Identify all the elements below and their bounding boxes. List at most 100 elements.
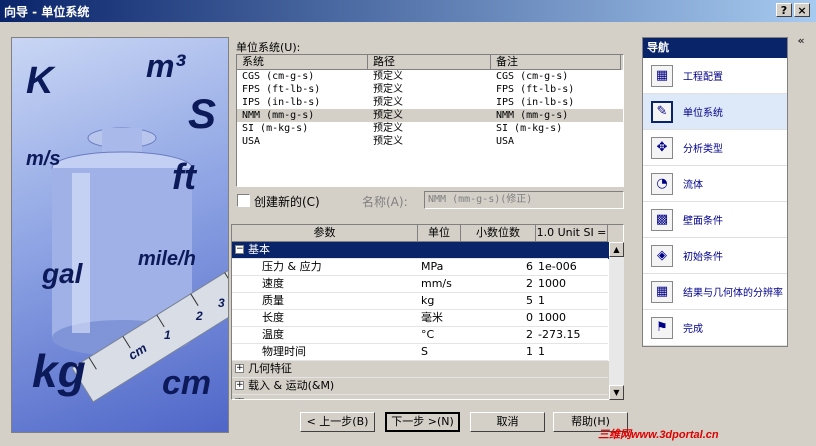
nav-item-project-config[interactable]: ▦ 工程配置	[643, 58, 787, 94]
row-system: SI (m-kg-s)	[242, 123, 309, 134]
unit-s: S	[188, 90, 217, 137]
unit-system-row[interactable]: USA 预定义 USA	[237, 135, 623, 148]
nav-item-label: 工程配置	[683, 72, 723, 83]
table-row[interactable]: 压力 & 应力 MPa 6 1e-006	[232, 259, 623, 276]
nav-item-resolution[interactable]: ▦ 结果与几何体的分辨率	[643, 274, 787, 310]
param-decimals[interactable]: 5	[461, 293, 536, 310]
unit-system-label: 单位系统(U):	[236, 41, 301, 54]
analysis-type-icon: ✥	[651, 136, 673, 159]
group-loads[interactable]: + 载入 & 运动(&M)	[232, 378, 623, 395]
collapse-nav-icon[interactable]: «	[794, 34, 808, 48]
param-unit[interactable]: kg	[418, 293, 461, 310]
row-note: FPS (ft-lb-s)	[496, 84, 575, 95]
table-row[interactable]: 物理时间 S 1 1	[232, 344, 623, 361]
param-name: 物理时间	[232, 344, 418, 361]
column-system[interactable]: 系统	[237, 55, 368, 70]
grid-resolution-icon: ▦	[651, 280, 673, 303]
title-bar: 向导 - 单位系统 ? ×	[0, 0, 816, 22]
table-row[interactable]: 长度 毫米 0 1000	[232, 310, 623, 327]
column-note[interactable]: 备注	[491, 55, 621, 70]
create-new-label: 创建新的(C)	[254, 195, 320, 209]
unit-mileh: mile/h	[138, 248, 196, 270]
scroll-up-icon[interactable]: ▲	[609, 242, 624, 257]
row-note: USA	[496, 136, 515, 147]
initial-conditions-icon: ◈	[651, 244, 673, 267]
param-unit[interactable]: mm/s	[418, 276, 461, 293]
row-system: IPS (in-lb-s)	[242, 97, 321, 108]
table-row[interactable]: 温度 °C 2 -273.15	[232, 327, 623, 344]
param-unit[interactable]: 毫米	[418, 310, 461, 327]
unit-system-row[interactable]: IPS (in-lb-s) 预定义 IPS (in-lb-s)	[237, 96, 623, 109]
expand-icon[interactable]: +	[235, 364, 244, 373]
param-unit[interactable]: °C	[418, 327, 461, 344]
expand-icon[interactable]: +	[235, 398, 244, 399]
name-label: 名称(A):	[362, 195, 408, 209]
table-row[interactable]: 速度 mm/s 2 1000	[232, 276, 623, 293]
param-si: 1e-006	[536, 259, 608, 276]
param-si: -273.15	[536, 327, 608, 344]
group-geometry[interactable]: + 几何特征	[232, 361, 623, 378]
cancel-button[interactable]: 取消	[470, 412, 545, 432]
column-parameter[interactable]: 参数	[232, 225, 418, 242]
param-decimals[interactable]: 2	[461, 276, 536, 293]
close-title-button[interactable]: ×	[794, 3, 810, 17]
row-system: NMM (mm-g-s)	[242, 110, 315, 121]
group-partial[interactable]: +...	[232, 395, 623, 399]
nav-item-label: 分析类型	[683, 144, 723, 155]
param-decimals[interactable]: 1	[461, 344, 536, 361]
row-path: 预定义	[373, 84, 403, 95]
checkered-flag-icon: ⚑	[651, 316, 673, 339]
param-decimals[interactable]: 6	[461, 259, 536, 276]
nav-header: 导航	[643, 38, 787, 58]
table-row[interactable]: 质量 kg 5 1	[232, 293, 623, 310]
parameter-grid[interactable]: 参数 单位 小数位数 1.0 Unit SI = − 基本 压力 & 应力 MPa…	[231, 224, 624, 400]
navigation-pane: 导航 ▦ 工程配置 ✎ 单位系统 ✥ 分析类型 ◔ 流体 ▩ 壁面条件 ◈ 初始条件 ▦ 结果…	[642, 37, 788, 347]
unit-system-row[interactable]: SI (m-kg-s) 预定义 SI (m-kg-s)	[237, 122, 623, 135]
nav-item-label: 单位系统	[683, 108, 723, 119]
column-decimals[interactable]: 小数位数	[461, 225, 536, 242]
nav-item-initial-conditions[interactable]: ◈ 初始条件	[643, 238, 787, 274]
param-name: 温度	[232, 327, 418, 344]
collapse-icon[interactable]: −	[235, 245, 244, 254]
unit-system-list[interactable]: 系统 路径 备注 CGS (cm-g-s) 预定义 CGS (cm-g-s) F…	[236, 54, 624, 187]
create-new-checkbox[interactable]	[237, 194, 250, 207]
nav-item-wall-conditions[interactable]: ▩ 壁面条件	[643, 202, 787, 238]
units-illustration: K m³ S m/s ft gal mile/h kg cm cm 1 2 3	[11, 37, 229, 433]
row-path: 预定义	[373, 110, 403, 121]
param-si: 1	[536, 344, 608, 361]
param-decimals[interactable]: 0	[461, 310, 536, 327]
back-button[interactable]: < 上一步(B)	[300, 412, 375, 432]
nav-item-fluid[interactable]: ◔ 流体	[643, 166, 787, 202]
unit-system-list-header: 系统 路径 备注	[237, 55, 623, 70]
row-note: SI (m-kg-s)	[496, 123, 563, 134]
help-title-button[interactable]: ?	[776, 3, 792, 17]
grid-header: 参数 单位 小数位数 1.0 Unit SI =	[232, 225, 623, 242]
unit-system-row[interactable]: FPS (ft-lb-s) 预定义 FPS (ft-lb-s)	[237, 83, 623, 96]
scroll-down-icon[interactable]: ▼	[609, 385, 624, 400]
group-basic[interactable]: − 基本	[232, 242, 623, 259]
row-path: 预定义	[373, 97, 403, 108]
nav-item-finish[interactable]: ⚑ 完成	[643, 310, 787, 346]
param-decimals[interactable]: 2	[461, 327, 536, 344]
unit-cm-large: cm	[162, 364, 212, 402]
group-basic-label: 基本	[248, 243, 270, 256]
row-system: FPS (ft-lb-s)	[242, 84, 321, 95]
next-button[interactable]: 下一步 >(N)	[385, 412, 460, 432]
nav-item-analysis-type[interactable]: ✥ 分析类型	[643, 130, 787, 166]
column-si-factor[interactable]: 1.0 Unit SI =	[536, 225, 608, 242]
row-note: IPS (in-lb-s)	[496, 97, 575, 108]
param-name: 速度	[232, 276, 418, 293]
unit-system-row-selected[interactable]: NMM (mm-g-s) 预定义 NMM (mm-g-s)	[237, 109, 623, 122]
column-path[interactable]: 路径	[368, 55, 491, 70]
column-unit[interactable]: 单位	[418, 225, 461, 242]
param-unit[interactable]: S	[418, 344, 461, 361]
expand-icon[interactable]: +	[235, 381, 244, 390]
row-path: 预定义	[373, 123, 403, 134]
group-geometry-label: 几何特征	[248, 362, 292, 375]
param-name: 长度	[232, 310, 418, 327]
watermark: 三维网www.3dportal.cn	[598, 429, 719, 441]
grid-scrollbar[interactable]: ▲ ▼	[609, 242, 624, 400]
nav-item-unit-system[interactable]: ✎ 单位系统	[643, 94, 787, 130]
unit-system-row[interactable]: CGS (cm-g-s) 预定义 CGS (cm-g-s)	[237, 70, 623, 83]
param-unit[interactable]: MPa	[418, 259, 461, 276]
